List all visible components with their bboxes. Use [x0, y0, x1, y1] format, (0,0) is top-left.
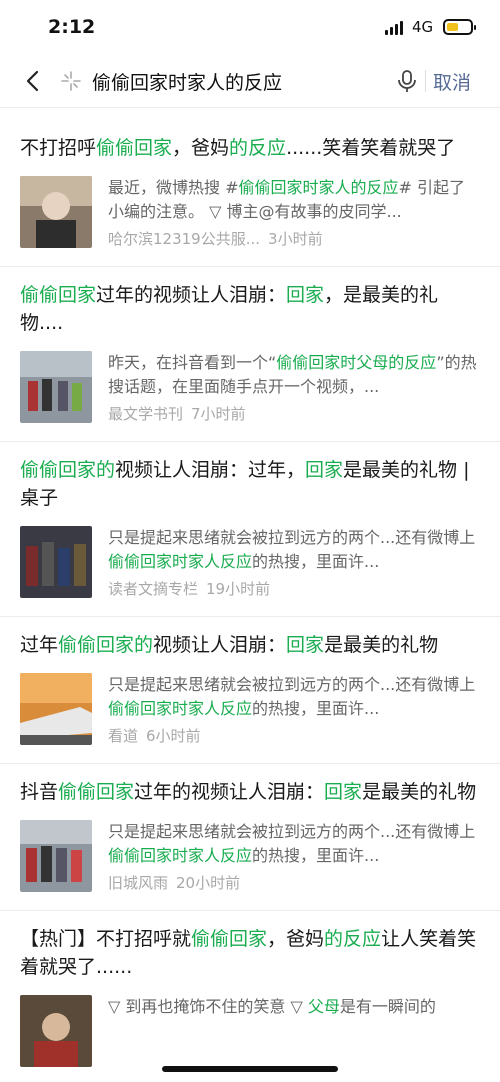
- status-bar: 2:12 4G: [0, 0, 500, 56]
- highlight-text: 回家: [286, 284, 325, 306]
- result-source: 最文学书刊: [108, 405, 184, 423]
- text-segment: 是最美的礼物: [324, 634, 439, 656]
- highlight-text: 偷偷回家: [58, 781, 135, 803]
- text-segment: 过年: [20, 634, 59, 656]
- result-meta: 旧城风雨 20小时前: [108, 872, 240, 893]
- result-snippet: ▽ 到再也掩饰不住的笑意 ▽ 父母是有一瞬间的: [108, 995, 480, 1019]
- cancel-button[interactable]: 取消: [433, 68, 471, 95]
- cellular-signal-icon: [385, 21, 405, 35]
- highlight-text: 父母: [307, 997, 340, 1016]
- highlight-text: 偷偷回家: [96, 137, 173, 159]
- highlight-text: 偷偷回家的: [58, 634, 154, 656]
- result-source: 读者文摘专栏: [108, 580, 199, 598]
- result-source: 哈尔滨12319公共服...: [108, 230, 261, 248]
- text-segment: 【热门】不打招呼就: [20, 928, 192, 950]
- result-source: 看道: [108, 727, 139, 745]
- result-item[interactable]: 过年偷偷回家的视频让人泪崩：回家是最美的礼物 只是提起来思绪就会被拉到远方的两个…: [0, 617, 500, 764]
- result-title[interactable]: 抖音偷偷回家过年的视频让人泪崩：回家是最美的礼物: [20, 778, 480, 806]
- result-snippet: 最近，微博热搜 #偷偷回家时家人的反应# 引起了小编的注意。 ▽ 博主@有故事的…: [108, 176, 480, 224]
- home-indicator[interactable]: [162, 1066, 338, 1072]
- result-meta: 最文学书刊 7小时前: [108, 403, 246, 424]
- highlight-text: 偷偷回家时家人的反应: [238, 178, 399, 197]
- text-segment: 的热搜，里面许...: [252, 699, 380, 718]
- divider: [425, 70, 426, 92]
- text-segment: 昨天，在抖音看到一个“: [108, 353, 277, 372]
- text-segment: 过年的视频让人泪崩：: [96, 284, 287, 306]
- search-input[interactable]: 偷偷回家时家人的反应: [92, 68, 282, 95]
- back-arrow-icon[interactable]: [22, 70, 44, 92]
- highlight-text: 偷偷回家时家人反应: [108, 699, 253, 718]
- result-title[interactable]: 不打招呼偷偷回家，爸妈的反应......笑着笑着就哭了: [20, 134, 480, 162]
- result-source: 旧城风雨: [108, 874, 169, 892]
- result-snippet: 只是提起来思绪就会被拉到远方的两个...还有微博上偷偷回家时家人反应的热搜，里面…: [108, 526, 480, 574]
- thumbnail-image: [20, 526, 92, 598]
- result-snippet: 昨天，在抖音看到一个“偷偷回家时父母的反应”的热搜话题，在里面随手点开一个视频，…: [108, 351, 480, 399]
- text-segment: 只是提起来思绪就会被拉到远方的两个...还有微博上: [108, 528, 476, 547]
- result-item[interactable]: 偷偷回家的视频让人泪崩：过年，回家是最美的礼物 | 桌子 只是提起来思绪就会被拉…: [0, 442, 500, 617]
- text-segment: 不打招呼: [20, 137, 97, 159]
- result-item[interactable]: 【热门】不打招呼就偷偷回家，爸妈的反应让人笑着笑着就哭了...... ▽ 到再也…: [0, 911, 500, 1082]
- status-time: 2:12: [48, 16, 96, 38]
- result-snippet: 只是提起来思绪就会被拉到远方的两个...还有微博上偷偷回家时家人反应的热搜，里面…: [108, 820, 480, 868]
- highlight-text: 回家: [286, 634, 325, 656]
- text-segment: 是最美的礼物: [362, 781, 477, 803]
- text-segment: 的热搜，里面许...: [252, 552, 380, 571]
- search-results: 不打招呼偷偷回家，爸妈的反应......笑着笑着就哭了 最近，微博热搜 #偷偷回…: [0, 120, 500, 1082]
- text-segment: 视频让人泪崩：过年，: [115, 459, 306, 481]
- thumbnail-image: [20, 351, 92, 423]
- text-segment: 是有一瞬间的: [339, 997, 436, 1016]
- text-segment: 视频让人泪崩：: [153, 634, 287, 656]
- result-meta: 哈尔滨12319公共服... 3小时前: [108, 228, 323, 249]
- result-meta: 读者文摘专栏 19小时前: [108, 578, 270, 599]
- text-segment: ，爸妈: [172, 137, 230, 159]
- result-time: 20小时前: [176, 874, 241, 892]
- text-segment: 的热搜，里面许...: [252, 846, 380, 865]
- thumbnail-image: [20, 995, 92, 1067]
- sparkle-icon: [61, 71, 81, 91]
- highlight-text: 偷偷回家: [20, 284, 97, 306]
- result-time: 6小时前: [146, 727, 201, 745]
- text-segment: ，爸妈: [267, 928, 325, 950]
- result-meta: 看道 6小时前: [108, 725, 201, 746]
- result-time: 3小时前: [268, 230, 323, 248]
- text-segment: ▽ 到再也掩饰不住的笑意 ▽: [108, 997, 308, 1016]
- result-title[interactable]: 过年偷偷回家的视频让人泪崩：回家是最美的礼物: [20, 631, 480, 659]
- highlight-text: 偷偷回家时家人反应: [108, 846, 253, 865]
- text-segment: 最近，微博热搜 #: [108, 178, 239, 197]
- highlight-text: 偷偷回家的: [20, 459, 116, 481]
- thumbnail-image: [20, 176, 92, 248]
- search-bar: 偷偷回家时家人的反应 取消: [0, 56, 500, 108]
- text-segment: 只是提起来思绪就会被拉到远方的两个...还有微博上: [108, 822, 476, 841]
- highlight-text: 回家: [305, 459, 344, 481]
- highlight-text: 的反应: [324, 928, 382, 950]
- result-snippet: 只是提起来思绪就会被拉到远方的两个...还有微博上偷偷回家时家人反应的热搜，里面…: [108, 673, 480, 721]
- highlight-text: 的反应: [229, 137, 287, 159]
- thumbnail-image: [20, 673, 92, 745]
- result-item[interactable]: 抖音偷偷回家过年的视频让人泪崩：回家是最美的礼物 只是提起来思绪就会被拉到远方的…: [0, 764, 500, 911]
- result-title[interactable]: 偷偷回家过年的视频让人泪崩：回家，是最美的礼物....: [20, 281, 480, 337]
- highlight-text: 偷偷回家时父母的反应: [276, 353, 437, 372]
- highlight-text: 偷偷回家: [191, 928, 268, 950]
- microphone-icon[interactable]: [396, 69, 418, 93]
- network-type: 4G: [412, 18, 434, 36]
- text-segment: 过年的视频让人泪崩：: [134, 781, 325, 803]
- result-item[interactable]: 偷偷回家过年的视频让人泪崩：回家，是最美的礼物.... 昨天，在抖音看到一个“偷…: [0, 267, 500, 442]
- result-title[interactable]: 【热门】不打招呼就偷偷回家，爸妈的反应让人笑着笑着就哭了......: [20, 925, 480, 981]
- text-segment: 抖音: [20, 781, 59, 803]
- highlight-text: 偷偷回家时家人反应: [108, 552, 253, 571]
- thumbnail-image: [20, 820, 92, 892]
- result-title[interactable]: 偷偷回家的视频让人泪崩：过年，回家是最美的礼物 | 桌子: [20, 456, 480, 512]
- result-time: 19小时前: [206, 580, 271, 598]
- result-time: 7小时前: [191, 405, 246, 423]
- text-segment: ......笑着笑着就哭了: [286, 137, 456, 159]
- highlight-text: 回家: [324, 781, 363, 803]
- text-segment: 只是提起来思绪就会被拉到远方的两个...还有微博上: [108, 675, 476, 694]
- result-item[interactable]: 不打招呼偷偷回家，爸妈的反应......笑着笑着就哭了 最近，微博热搜 #偷偷回…: [0, 120, 500, 267]
- battery-icon: [443, 19, 476, 35]
